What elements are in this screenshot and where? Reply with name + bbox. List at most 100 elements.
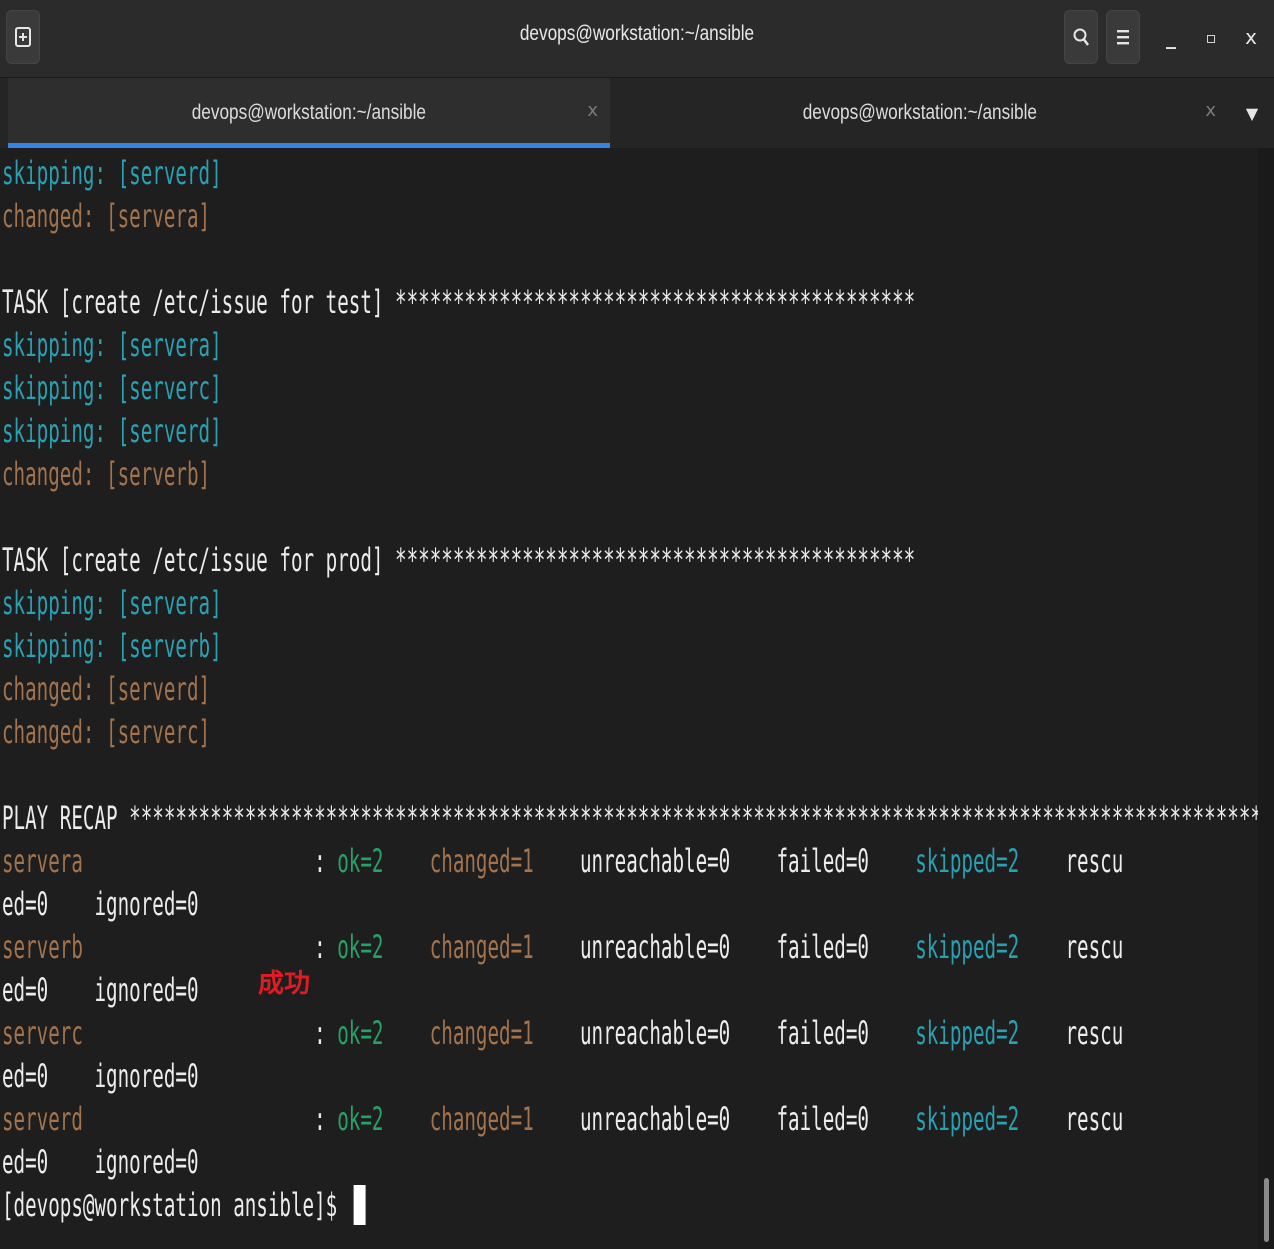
terminal-text: unreachable=0 failed=0 [533, 1014, 916, 1052]
tab-terminal-1[interactable]: devops@workstation:~/ansible x [8, 78, 610, 148]
terminal-text: ed=0 ignored=0 [2, 971, 199, 1009]
new-tab-icon [15, 27, 31, 47]
terminal-line: skipping: [serverc] [2, 368, 222, 408]
scrollbar[interactable] [1258, 148, 1274, 1249]
terminal-line: skipping: [servera] [2, 325, 222, 365]
terminal-text: skipped=2 [915, 1014, 1020, 1052]
terminal-text: servera [2, 842, 83, 880]
terminal-text: unreachable=0 failed=0 [533, 1100, 916, 1138]
terminal-text: skipping: [serverb] [2, 627, 222, 665]
terminal-line: changed: [serverb] [2, 454, 210, 494]
terminal-line: skipping: [serverb] [2, 626, 222, 666]
terminal-text: skipping: [serverc] [2, 369, 222, 407]
terminal-text: rescu [1019, 928, 1124, 966]
tab-label: devops@workstation:~/ansible [191, 101, 427, 124]
terminal-text: changed: [servera] [2, 197, 211, 235]
minimize-icon: _ [1166, 25, 1176, 49]
terminal-text: serverd [2, 1100, 83, 1138]
terminal-text: ed=0 ignored=0 [2, 1143, 199, 1181]
maximize-icon: ▫ [1205, 27, 1217, 47]
terminal-text: ed=0 ignored=0 [2, 1057, 199, 1095]
scrollbar-thumb[interactable] [1264, 1178, 1269, 1242]
terminal-line: serverd : ok=2 changed=1 unreachable=0 f… [2, 1099, 1123, 1139]
terminal-line: changed: [serverd] [2, 669, 210, 709]
maximize-button[interactable]: ▫ [1196, 22, 1226, 52]
new-tab-button[interactable] [6, 10, 40, 64]
terminal-cursor [353, 1185, 366, 1225]
terminal-text: ed=0 ignored=0 [2, 885, 199, 923]
terminal-text: serverc [2, 1014, 83, 1052]
terminal-line: ed=0 ignored=0 [2, 1056, 199, 1096]
terminal-line: PLAY RECAP *****************************… [2, 798, 1258, 838]
terminal-text: changed=1 [429, 1100, 534, 1138]
tab-label: devops@workstation:~/ansible [802, 101, 1038, 124]
terminal-output[interactable]: skipping: [serverd] changed: [servera] TAS… [0, 148, 1258, 1249]
terminal-text: TASK [create /etc/issue for test] ******… [2, 283, 916, 321]
terminal-text: ok=2 [337, 1014, 384, 1052]
terminal-line: servera : ok=2 changed=1 unreachable=0 f… [2, 841, 1123, 881]
terminal-text: skipping: [serverd] [2, 412, 222, 450]
terminal-line: changed: [servera] [2, 196, 210, 236]
tab-list-dropdown[interactable]: ▼ [1240, 101, 1264, 125]
tab-close-icon[interactable]: x [587, 100, 598, 121]
terminal-text: skipping: [servera] [2, 584, 222, 622]
terminal-line: TASK [create /etc/issue for prod] ******… [2, 540, 915, 580]
terminal-line: serverb : ok=2 changed=1 unreachable=0 f… [2, 927, 1123, 967]
tab-terminal-2[interactable]: devops@workstation:~/ansible x [612, 78, 1228, 148]
search-icon [1073, 28, 1089, 46]
search-button[interactable] [1064, 10, 1098, 64]
close-icon: x [1245, 25, 1257, 49]
terminal-text: changed: [serverd] [2, 670, 211, 708]
close-window-button[interactable]: x [1236, 22, 1266, 52]
terminal-line: TASK [create /etc/issue for test] ******… [2, 282, 915, 322]
terminal-line: changed: [serverc] [2, 712, 210, 752]
terminal-text: : [82, 928, 338, 966]
menu-button[interactable] [1106, 10, 1140, 64]
terminal-text: : [82, 1014, 338, 1052]
terminal-text: TASK [create /etc/issue for prod] ******… [2, 541, 916, 579]
terminal-text: skipped=2 [915, 928, 1020, 966]
terminal-text: ok=2 [337, 928, 384, 966]
terminal-text: rescu [1019, 1014, 1124, 1052]
terminal-line: [devops@workstation ansible]$ [2, 1185, 366, 1225]
terminal-line: skipping: [serverd] [2, 153, 222, 193]
success-annotation: 成功 [258, 969, 311, 999]
terminal-line: skipping: [serverd] [2, 411, 222, 451]
window-title: devops@workstation:~/ansible [519, 22, 755, 45]
terminal-text: [devops@workstation ansible]$ [2, 1186, 349, 1224]
terminal-text: changed=1 [429, 1014, 534, 1052]
terminal-text: : [82, 1100, 338, 1138]
header-bar: devops@workstation:~/ansible _ ▫ x [0, 0, 1274, 78]
terminal-text: skipping: [servera] [2, 326, 222, 364]
terminal-text: changed: [serverb] [2, 455, 211, 493]
terminal-text: unreachable=0 failed=0 [533, 842, 916, 880]
terminal-text: changed: [serverc] [2, 713, 211, 751]
minimize-button[interactable]: _ [1156, 22, 1186, 52]
terminal-text: serverb [2, 928, 83, 966]
terminal-line: ed=0 ignored=0 [2, 970, 199, 1010]
tab-close-icon[interactable]: x [1205, 100, 1216, 121]
terminal-text: changed=1 [429, 842, 534, 880]
terminal-text: ok=2 [337, 1100, 384, 1138]
terminal-text: : [82, 842, 338, 880]
chevron-down-icon: ▼ [1245, 103, 1259, 123]
terminal-text: skipped=2 [915, 842, 1020, 880]
terminal-text: rescu [1019, 1100, 1124, 1138]
terminal-text: rescu [1019, 842, 1124, 880]
terminal-text: ok=2 [337, 842, 384, 880]
terminal-line: skipping: [servera] [2, 583, 222, 623]
terminal-text: skipped=2 [915, 1100, 1020, 1138]
terminal-line: ed=0 ignored=0 [2, 884, 199, 924]
terminal-text: unreachable=0 failed=0 [533, 928, 916, 966]
terminal-text: changed=1 [429, 928, 534, 966]
hamburger-menu-icon [1117, 30, 1129, 45]
terminal-line: ed=0 ignored=0 [2, 1142, 199, 1182]
tab-bar: devops@workstation:~/ansible x devops@wo… [0, 78, 1274, 148]
terminal-text: PLAY RECAP *****************************… [2, 799, 1258, 837]
terminal-text: skipping: [serverd] [2, 154, 222, 192]
terminal-line: serverc : ok=2 changed=1 unreachable=0 f… [2, 1013, 1123, 1053]
